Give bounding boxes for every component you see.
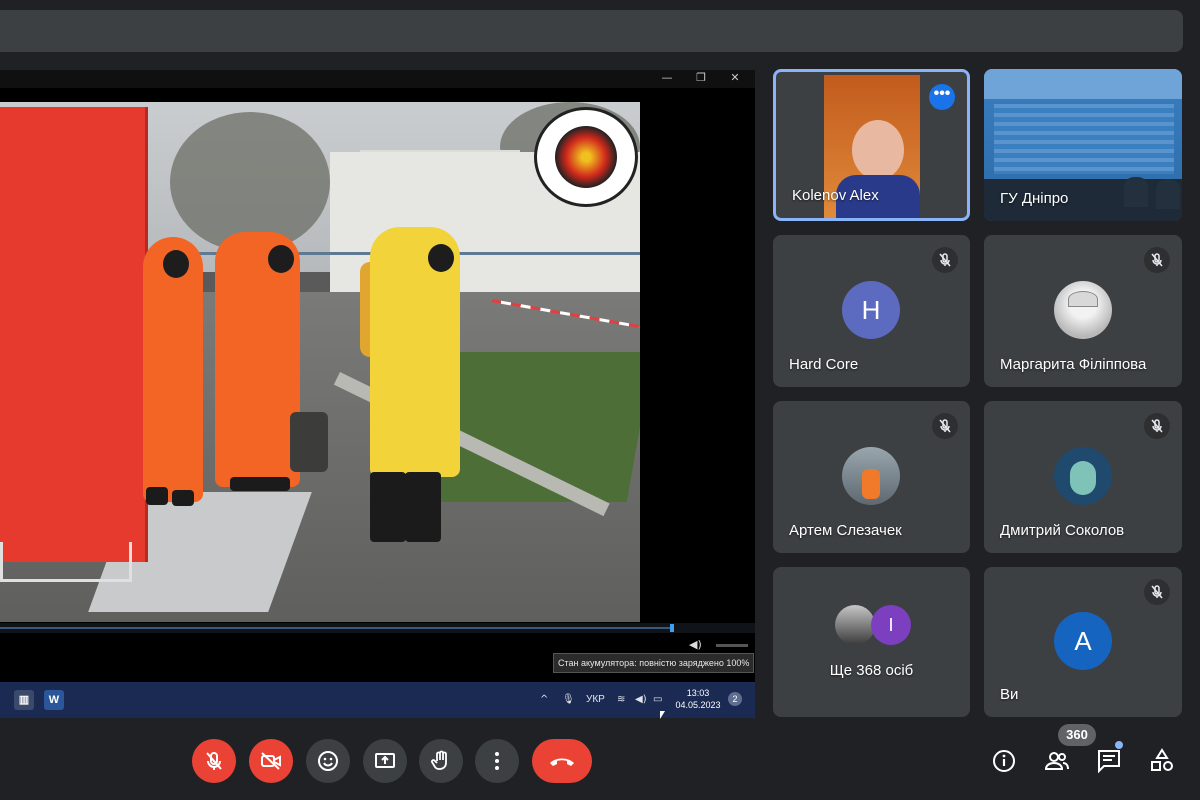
participant-name: Маргарита Філіппова — [1000, 356, 1147, 373]
video-boot — [146, 487, 168, 505]
video-seekbar[interactable] — [0, 623, 755, 633]
video-gas-mask — [268, 245, 294, 273]
mic-off-icon — [932, 247, 958, 273]
avatar — [842, 447, 900, 505]
chat-notification-dot — [1115, 741, 1123, 749]
word-icon[interactable]: W — [44, 690, 64, 710]
avatar — [1054, 447, 1112, 505]
video-tent-frame — [0, 542, 132, 582]
participant-tile-margarita[interactable]: Маргарита Філіппова — [984, 235, 1182, 387]
avatar — [1054, 281, 1112, 339]
video-decon-tent — [0, 107, 148, 562]
participants-count-badge: 360 — [1058, 724, 1096, 746]
volume-slider[interactable] — [716, 644, 748, 647]
participant-tile-hard-core[interactable]: H Hard Core — [773, 235, 970, 387]
taskbar-clock[interactable]: 13:03 04.05.2023 — [671, 687, 725, 711]
wifi-icon[interactable]: ≋ — [617, 692, 625, 708]
taskbar-app-icon[interactable]: ▥ — [14, 690, 34, 710]
participant-name: Kolenov Alex — [792, 187, 879, 204]
avatar: A — [1054, 612, 1112, 670]
meeting-header-strip — [0, 10, 1183, 52]
tray-chevron-icon[interactable]: ^ — [540, 692, 548, 708]
info-icon[interactable] — [991, 748, 1017, 774]
people-icon[interactable] — [1044, 748, 1070, 774]
volume-icon[interactable]: ◀) — [689, 639, 703, 651]
emoji-icon[interactable] — [306, 739, 350, 783]
avatar-figure — [862, 469, 880, 499]
shared-window-titlebar: — ❐ ✕ — [0, 70, 755, 88]
avatar: I — [871, 605, 911, 645]
avatar — [835, 605, 875, 645]
video-banner — [984, 69, 1182, 99]
avatar: H — [842, 281, 900, 339]
video-boot — [172, 490, 194, 506]
avatar-hair — [1068, 291, 1098, 307]
participant-tile-gu-dnipro[interactable]: ГУ Дніпро — [984, 69, 1182, 221]
video-tree — [170, 112, 330, 252]
hang-up-icon[interactable] — [532, 739, 592, 783]
video-boot — [370, 472, 406, 542]
video-gas-mask — [428, 244, 454, 272]
emergency-service-emblem — [534, 107, 638, 207]
minimize-icon[interactable]: — — [660, 71, 674, 85]
video-face — [852, 120, 904, 180]
video-boot — [230, 477, 290, 491]
notification-badge[interactable]: 2 — [728, 692, 742, 706]
present-icon[interactable] — [363, 739, 407, 783]
participant-name: Ви — [1000, 686, 1019, 703]
more-options-icon[interactable] — [475, 739, 519, 783]
more-participants-label: Ще 368 осіб — [829, 662, 914, 679]
participant-name: ГУ Дніпро — [1000, 190, 1069, 207]
video-person — [1124, 177, 1148, 207]
presentation-panel[interactable]: — ❐ ✕ ◀) Стан акумулятора: повністю заря… — [0, 70, 755, 718]
video-letterbox — [640, 102, 755, 622]
language-indicator[interactable]: УКР — [586, 692, 605, 708]
participant-tile-dmitry[interactable]: Дмитрий Соколов — [984, 401, 1182, 553]
video-boot — [405, 472, 441, 542]
avatar-figure — [1070, 461, 1096, 495]
raise-hand-icon[interactable] — [419, 739, 463, 783]
seekbar-handle[interactable] — [670, 624, 674, 632]
participant-tile-others[interactable]: I Ще 368 осіб — [773, 567, 970, 717]
clock-date: 04.05.2023 — [675, 700, 721, 710]
participant-tile-kolenov[interactable]: ••• Kolenov Alex — [773, 69, 970, 221]
battery-icon[interactable]: ▭ — [653, 692, 662, 708]
mic-off-icon — [1144, 579, 1170, 605]
participant-tile-self[interactable]: A Ви — [984, 567, 1182, 717]
camera-off-icon[interactable] — [249, 739, 293, 783]
video-equipment — [290, 412, 328, 472]
speaker-tray-icon[interactable]: ◀) — [635, 692, 647, 708]
activities-icon[interactable] — [1149, 748, 1175, 774]
participant-name: Дмитрий Соколов — [1000, 522, 1125, 539]
close-icon[interactable]: ✕ — [728, 71, 742, 85]
participant-name: Артем Слезачек — [789, 522, 902, 539]
video-person — [1156, 179, 1180, 209]
video-wall-text — [994, 104, 1174, 174]
participant-tile-artem[interactable]: Артем Слезачек — [773, 401, 970, 553]
mic-off-icon — [932, 413, 958, 439]
clock-time: 13:03 — [686, 688, 710, 698]
video-gas-mask — [163, 250, 189, 278]
chat-icon[interactable] — [1096, 748, 1122, 774]
shared-video — [0, 102, 640, 622]
mouse-cursor-icon — [660, 711, 665, 719]
mic-off-icon — [1144, 247, 1170, 273]
mic-off-icon — [1144, 413, 1170, 439]
battery-tooltip: Стан акумулятора: повністю заряджено 100… — [553, 653, 755, 673]
more-options-icon[interactable]: ••• — [929, 84, 955, 110]
participant-name: Hard Core — [789, 356, 859, 373]
windows-taskbar: ▥ W ^ 🎙 УКР ≋ ◀) ▭ 13:03 04.05.2023 2 — [0, 682, 755, 718]
top-bar — [0, 0, 1200, 10]
seekbar-progress — [0, 627, 672, 629]
mic-off-icon[interactable] — [192, 739, 236, 783]
restore-icon[interactable]: ❐ — [694, 71, 708, 85]
microphone-tray-icon[interactable]: 🎙 — [562, 692, 575, 708]
